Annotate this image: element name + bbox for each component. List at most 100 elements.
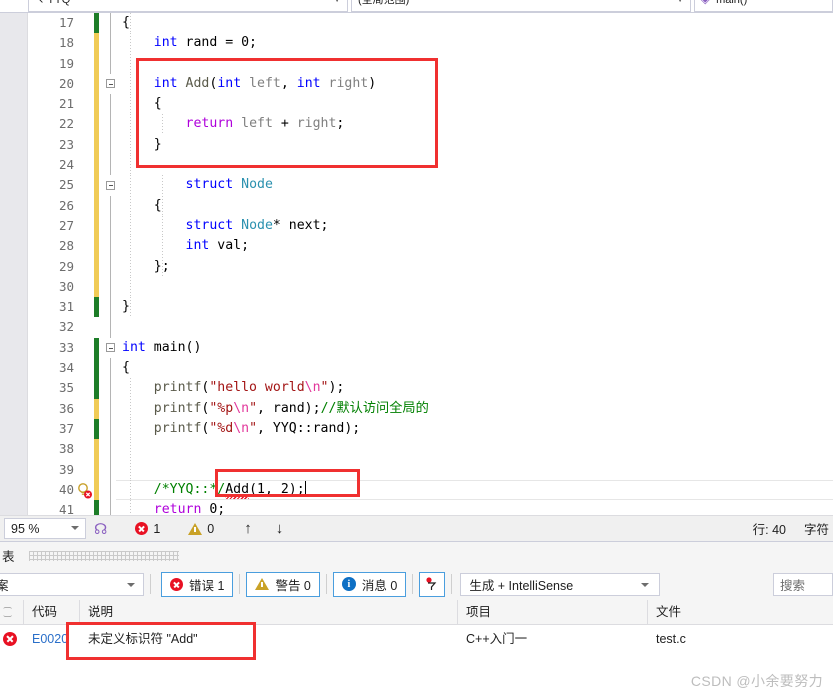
code-line[interactable]: 21 {: [28, 94, 833, 115]
collapse-region-icon[interactable]: [106, 79, 115, 89]
code-token: , rand);: [257, 400, 321, 416]
code-line[interactable]: 40 /*YYQ::*/Add(1, 2);: [28, 479, 833, 501]
code-line[interactable]: 41 return 0;: [28, 500, 833, 515]
toolbar-separator: [239, 574, 241, 594]
code-line[interactable]: 38: [28, 439, 833, 460]
code-line[interactable]: 35 printf("hello world\n");: [28, 378, 833, 399]
code-token: printf: [153, 400, 202, 416]
line-number: 23: [58, 136, 74, 152]
line-number: 32: [58, 319, 74, 335]
code-token: "hello world: [209, 380, 305, 396]
collapse-region-icon[interactable]: [106, 343, 115, 353]
change-tracking-mark: [94, 378, 99, 399]
table-row[interactable]: E0020 未定义标识符 "Add" C++入门一 test.c: [0, 625, 833, 653]
error-icon: [3, 632, 17, 646]
search-input[interactable]: 搜索: [773, 572, 833, 596]
code-token: Node: [241, 177, 273, 193]
intellisense-icon[interactable]: ☊: [94, 520, 107, 538]
code-lines-container[interactable]: 17{18 int rand = 0; 19 20 int Add(int left…: [28, 13, 833, 515]
build-filter-combo[interactable]: 生成 + IntelliSense: [460, 572, 661, 596]
status-warning-count[interactable]: 0: [188, 522, 214, 536]
code-line[interactable]: 22 return left + right;: [28, 114, 833, 135]
collapse-region-icon[interactable]: [106, 180, 115, 190]
line-number: 35: [58, 380, 74, 396]
error-list-pane: 表 决方案 错误 1 警告 0 i 消息 0: [0, 543, 833, 697]
toolbar-separator: [150, 574, 151, 594]
navbar-combo-right-label: main(): [716, 0, 748, 6]
code-line[interactable]: 34 {: [28, 358, 833, 379]
code-line[interactable]: 18 int rand = 0;: [28, 33, 833, 54]
code-line[interactable]: 26 {: [28, 195, 833, 216]
status-line-number: 行: 40: [752, 523, 786, 537]
change-tracking-mark: [94, 53, 99, 74]
navbar-scope-combo-left[interactable]: ↖ YYQ ▼: [28, 0, 348, 12]
code-line-text: /*YYQ::*/Add(1, 2);: [122, 480, 306, 501]
code-token: //默认访问全局的: [320, 400, 429, 416]
fold-guideline: [110, 398, 111, 419]
indent-guide: [130, 459, 131, 480]
code-line[interactable]: 24: [28, 155, 833, 176]
code-line[interactable]: 33 int main(): [28, 337, 833, 359]
fold-guideline: [110, 236, 111, 257]
filter-messages-button[interactable]: i 消息 0: [332, 571, 407, 597]
code-line[interactable]: 30: [28, 276, 833, 298]
column-header-file[interactable]: 文件: [648, 600, 833, 625]
change-tracking-mark: [94, 439, 99, 460]
code-line[interactable]: 39: [28, 459, 833, 480]
error-list-titlebar: 表: [0, 543, 833, 568]
code-line[interactable]: 27 struct Node* next;: [28, 215, 833, 237]
scope-filter-combo[interactable]: 决方案: [0, 572, 144, 596]
code-line[interactable]: 31}: [28, 297, 833, 318]
zoom-level-combo[interactable]: 95 %: [4, 518, 86, 539]
change-tracking-mark: [94, 13, 99, 34]
next-issue-button[interactable]: ↓: [276, 520, 284, 537]
navbar-scope-combo-right[interactable]: ◈ main(): [694, 0, 833, 12]
code-line[interactable]: 28 int val;: [28, 236, 833, 257]
quick-actions-lightbulb-icon[interactable]: [76, 482, 94, 500]
filter-warnings-button[interactable]: 警告 0: [246, 571, 320, 597]
status-error-count[interactable]: 1: [135, 522, 160, 536]
column-header-description[interactable]: 说明: [80, 599, 458, 625]
code-line[interactable]: 37 printf("%d\n", YYQ::rand);: [28, 418, 833, 440]
code-token: {: [122, 15, 130, 30]
filter-errors-button[interactable]: 错误 1: [161, 571, 234, 597]
code-line[interactable]: 20 int Add(int left, int right): [28, 73, 833, 95]
drag-handle[interactable]: [28, 550, 179, 561]
code-line-text: return left + right;: [122, 114, 345, 134]
status-warning-count-value: 0: [207, 521, 215, 536]
code-line[interactable]: 29 };: [28, 256, 833, 277]
code-token: rand = 0;: [177, 35, 257, 51]
fold-guideline: [110, 155, 111, 176]
toggle-squiggles-button[interactable]: [419, 571, 446, 597]
code-token: left: [249, 75, 281, 91]
navbar-scope-combo-mid[interactable]: (全局范围) ▼: [351, 0, 691, 12]
code-token: {: [122, 96, 162, 112]
line-number: 31: [58, 299, 74, 315]
chevron-down-icon: [71, 526, 79, 530]
line-number: 41: [58, 502, 74, 515]
code-editor[interactable]: 17{18 int rand = 0; 19 20 int Add(int left…: [0, 13, 833, 515]
code-line[interactable]: 17 {: [28, 13, 833, 34]
code-line[interactable]: 19: [28, 53, 833, 74]
column-header-code[interactable]: 代码: [24, 599, 80, 625]
code-token: struct: [185, 177, 234, 193]
code-token: }: [122, 299, 130, 315]
code-line[interactable]: 32: [28, 317, 833, 338]
warning-icon: [255, 578, 270, 590]
column-header-project[interactable]: 项目: [458, 599, 648, 625]
code-line[interactable]: 36 printf("%p\n", rand);//默认访问全局的: [28, 398, 833, 419]
code-line[interactable]: 23 }: [28, 134, 833, 156]
previous-issue-button[interactable]: ↑: [244, 520, 252, 537]
code-token: int: [153, 35, 178, 51]
code-line[interactable]: 25 struct Node: [28, 175, 833, 196]
change-tracking-mark: [94, 94, 99, 115]
column-header-selector[interactable]: ⁐: [0, 599, 24, 625]
code-line-text: struct Node: [122, 175, 273, 195]
row-file: test.c: [656, 632, 686, 646]
